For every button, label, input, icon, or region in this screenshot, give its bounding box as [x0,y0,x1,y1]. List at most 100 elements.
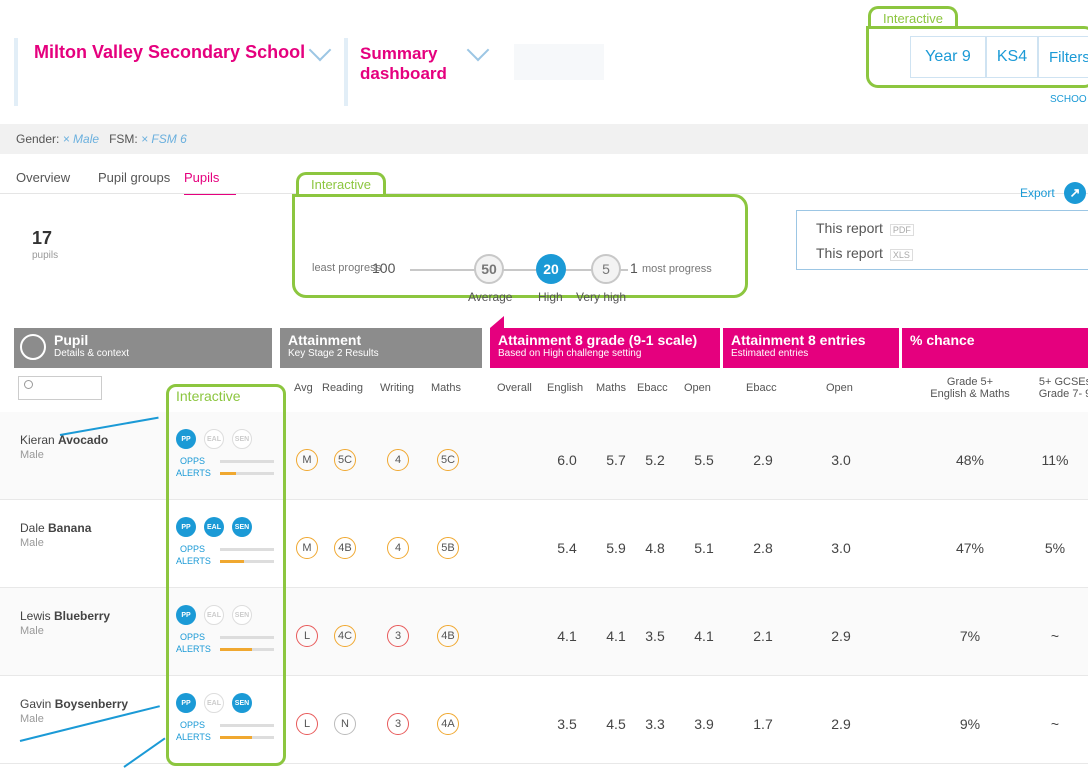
school-selector[interactable]: Milton Valley Secondary School [14,38,336,106]
col-grade5[interactable]: Grade 5+ English & Maths [916,376,1024,400]
export-xls-item[interactable]: This report XLS [816,245,913,261]
table-row[interactable]: Dale Banana Male PP EAL SEN OPPS ALERTS M 4B 4… [0,500,1088,588]
pupil-name[interactable]: Gavin Boysenberry [20,697,128,711]
progress-average-button[interactable]: 50 [474,254,504,284]
chance-grade5: 9% [959,716,981,732]
ks2-grade-badge: L [296,625,318,647]
xls-badge: XLS [889,249,913,261]
ks2-grade-badge: 4C [334,625,356,647]
fsm-filter-chip[interactable]: × FSM 6 [141,132,187,146]
ebacc-entries: 2.8 [753,540,773,556]
chance-gcse: ~ [1050,628,1060,644]
open-entries: 3.0 [831,452,851,468]
table-row[interactable]: Gavin Boysenberry Male PP EAL SEN OPPS ALERT… [0,676,1088,764]
table-row[interactable]: Lewis Blueberry Male PP EAL SEN OPPS ALERTS … [0,588,1088,676]
dashboard-title: Summary dashboard [360,44,447,83]
col-english[interactable]: English [547,382,583,394]
maths-grade: 4.5 [606,716,626,732]
ks2-grade-badge: 4A [437,713,459,735]
open-entries: 3.0 [831,540,851,556]
attainment-group-header: Attainment Key Stage 2 Results [280,328,482,368]
col-ebacc-entries[interactable]: Ebacc [746,382,777,394]
attainment8-entries-group-header: Attainment 8 entries Estimated entries [723,328,899,368]
tab-overview[interactable]: Overview [16,170,70,185]
ks2-grade-badge: 4 [387,449,409,471]
ks2-grade-badge: 4B [334,537,356,559]
tab-pupil-groups[interactable]: Pupil groups [98,170,170,185]
avatar-icon [20,334,46,360]
stage-label: KS4 [996,48,1028,65]
tab-pupils[interactable]: Pupils [184,170,236,195]
ebacc-grade: 3.5 [645,628,665,644]
col-writing[interactable]: Writing [380,382,414,394]
col-overall[interactable]: Overall [497,382,532,394]
open-grade: 3.9 [694,716,714,732]
interactive-highlight-progress [292,194,748,298]
col-avg[interactable]: Avg [294,382,313,394]
filter-bar: Gender: × Male FSM: × FSM 6 [0,124,1088,154]
ks2-grade-badge: 5B [437,537,459,559]
ks2-grade-badge: 5C [334,449,356,471]
chance-grade5: 48% [955,452,985,468]
most-progress-label: most progress [642,263,712,275]
chance-group-header: % chance [902,328,1088,368]
fsm-filter-label: FSM: [109,132,138,146]
interactive-tab-label: Interactive [296,172,386,194]
col-ebacc[interactable]: Ebacc [637,382,668,394]
pdf-badge: PDF [889,224,914,236]
col-maths-grade[interactable]: Maths [596,382,626,394]
chance-gcse: ~ [1050,716,1060,732]
high-label: High [538,290,563,304]
interactive-highlight-chips [166,384,286,766]
interactive-tab-label: Interactive [868,6,958,28]
ks2-grade-badge: M [296,449,318,471]
export-label[interactable]: Export [1020,186,1055,200]
ebacc-entries: 1.7 [753,716,773,732]
year-label: Year 9 [925,48,971,65]
chance-grade5: 47% [955,540,985,556]
col-open[interactable]: Open [684,382,711,394]
ks2-grade-badge: 3 [387,713,409,735]
least-progress-label: least progress [312,262,382,274]
maths-grade: 4.1 [606,628,626,644]
stage-selector[interactable]: KS4 [986,36,1038,78]
year-selector[interactable]: Year 9 [910,36,986,78]
faded-header-placeholder [514,44,604,80]
gender-filter-label: Gender: [16,132,60,146]
col-gcse[interactable]: 5+ GCSEs Grade 7- 9 [1030,376,1088,400]
col-reading[interactable]: Reading [322,382,363,394]
average-label: Average [468,290,513,304]
open-grade: 5.1 [694,540,714,556]
pupil-gender: Male [20,449,44,461]
pupil-search-input[interactable] [18,376,102,400]
open-entries: 2.9 [831,716,851,732]
pupil-name[interactable]: Lewis Blueberry [20,609,110,623]
gender-filter-chip[interactable]: × Male [63,132,99,146]
col-maths[interactable]: Maths [431,382,461,394]
progress-high-button[interactable]: 20 [536,254,566,284]
high-value: 20 [543,261,559,277]
ks2-grade-badge: N [334,713,356,735]
english-grade: 6.0 [557,452,577,468]
school-name: Milton Valley Secondary School [34,42,306,62]
filters-button[interactable]: Filters [1038,36,1088,78]
chevron-down-icon[interactable] [308,38,332,62]
ebacc-grade: 3.3 [645,716,665,732]
chance-gcse: 11% [1041,452,1069,468]
dashboard-selector[interactable]: Summary dashboard [344,38,504,106]
pupil-name[interactable]: Dale Banana [20,521,91,535]
col-open-entries[interactable]: Open [826,382,853,394]
pupil-count: 17 [32,228,53,248]
open-entries: 2.9 [831,628,851,644]
chevron-down-icon[interactable] [466,38,490,62]
pupil-gender: Male [20,537,44,549]
ebacc-grade: 5.2 [645,452,665,468]
ebacc-entries: 2.9 [753,452,773,468]
school-link[interactable]: SCHOO [1050,94,1087,105]
maths-grade: 5.7 [606,452,626,468]
export-pdf-item[interactable]: This report PDF [816,220,914,236]
table-row[interactable]: Kieran Avocado Male PP EAL SEN OPPS ALERTS M… [0,412,1088,500]
pupil-gender: Male [20,625,44,637]
export-icon[interactable]: ↗ [1064,182,1086,204]
progress-very-high-button[interactable]: 5 [591,254,621,284]
